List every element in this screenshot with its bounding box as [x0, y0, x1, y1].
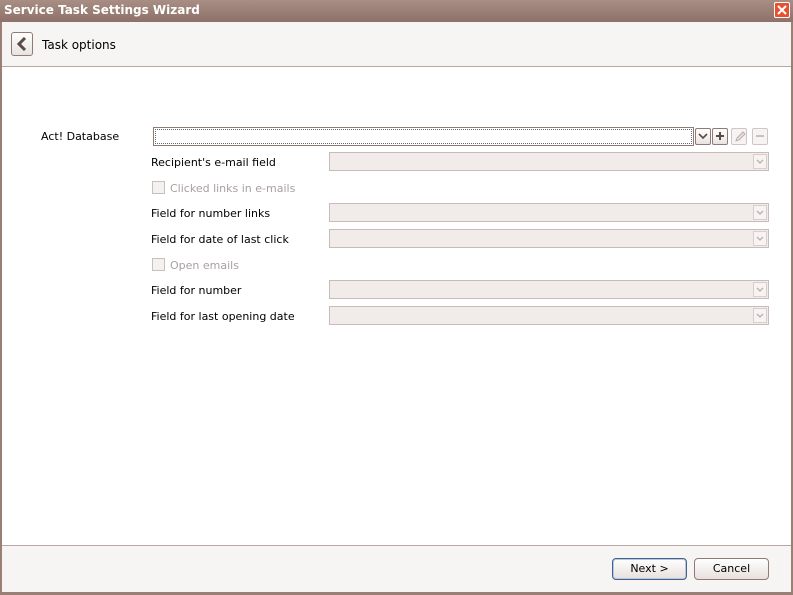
window-title: Service Task Settings Wizard	[4, 3, 200, 17]
field-number-links-label: Field for number links	[151, 207, 271, 220]
recipient-email-select[interactable]	[329, 152, 769, 171]
chevron-down-icon	[756, 159, 764, 164]
chevron-down-icon	[698, 133, 708, 140]
page-title: Task options	[42, 38, 116, 52]
minus-icon	[756, 135, 764, 137]
chevron-down-icon	[756, 210, 764, 215]
chevron-left-icon	[16, 37, 27, 51]
field-number-label: Field for number	[151, 284, 242, 297]
recipient-email-label: Recipient's e-mail field	[151, 156, 276, 169]
close-icon	[777, 5, 787, 15]
edit-database-button[interactable]	[731, 128, 747, 145]
cancel-button[interactable]: Cancel	[694, 558, 769, 580]
field-last-opening-label: Field for last opening date	[151, 310, 295, 323]
clicked-links-checkbox[interactable]	[152, 181, 165, 194]
field-number-select[interactable]	[329, 280, 769, 299]
close-button[interactable]	[774, 2, 790, 18]
chevron-down-icon	[756, 313, 764, 318]
next-button[interactable]: Next >	[612, 558, 687, 580]
field-date-last-click-select[interactable]	[329, 229, 769, 248]
remove-database-button[interactable]	[752, 128, 768, 145]
field-number-links-select[interactable]	[329, 203, 769, 222]
pencil-icon	[735, 131, 746, 142]
back-button[interactable]	[11, 32, 33, 56]
database-dropdown-button[interactable]	[695, 128, 711, 145]
field-date-last-click-label: Field for date of last click	[151, 233, 289, 246]
plus-icon	[716, 132, 724, 140]
title-bar: Service Task Settings Wizard	[0, 0, 793, 22]
database-label: Act! Database	[41, 130, 120, 143]
chevron-down-icon	[756, 236, 764, 241]
open-emails-checkbox[interactable]	[152, 258, 165, 271]
clicked-links-label: Clicked links in e-mails	[170, 182, 296, 195]
chevron-down-icon	[756, 287, 764, 292]
add-database-button[interactable]	[712, 128, 728, 145]
wizard-header: Task options	[2, 22, 791, 67]
field-last-opening-select[interactable]	[329, 306, 769, 325]
database-combo[interactable]	[153, 127, 694, 146]
open-emails-label: Open emails	[170, 259, 239, 272]
